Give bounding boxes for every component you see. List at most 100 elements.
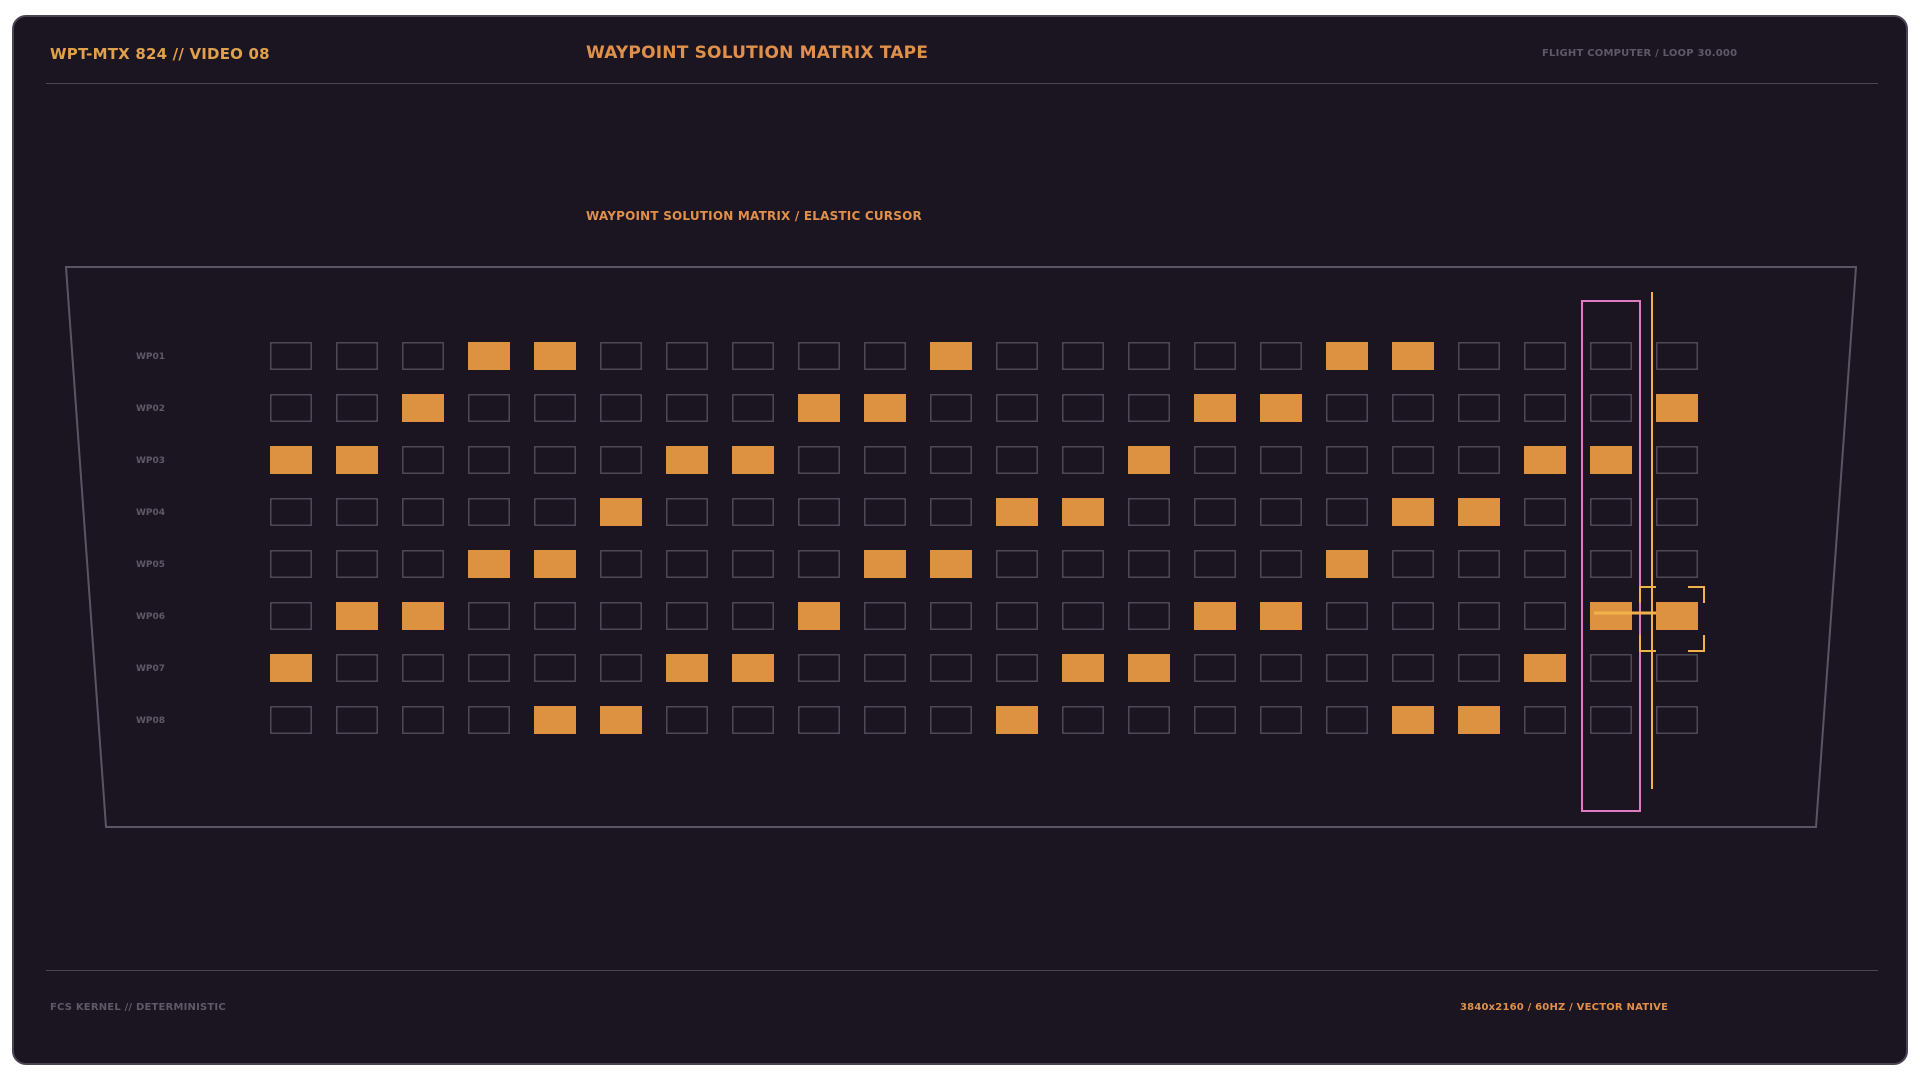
matrix-cell[interactable] <box>1458 654 1500 682</box>
matrix-cell-active[interactable] <box>534 550 576 578</box>
matrix-cell[interactable] <box>798 342 840 370</box>
matrix-cell[interactable] <box>1194 706 1236 734</box>
matrix-cell[interactable] <box>468 602 510 630</box>
matrix-cell[interactable] <box>1524 550 1566 578</box>
matrix-cell[interactable] <box>534 498 576 526</box>
matrix-cell[interactable] <box>732 706 774 734</box>
matrix-cell[interactable] <box>1590 654 1632 682</box>
matrix-cell[interactable] <box>270 498 312 526</box>
matrix-cell-active[interactable] <box>1392 498 1434 526</box>
matrix-cell[interactable] <box>1524 342 1566 370</box>
matrix-cell[interactable] <box>402 550 444 578</box>
matrix-cell[interactable] <box>336 550 378 578</box>
matrix-cell[interactable] <box>1326 394 1368 422</box>
matrix-cell[interactable] <box>798 654 840 682</box>
matrix-cell[interactable] <box>600 602 642 630</box>
matrix-cell-active[interactable] <box>996 498 1038 526</box>
matrix-cell[interactable] <box>996 394 1038 422</box>
matrix-cell[interactable] <box>1524 498 1566 526</box>
matrix-cell[interactable] <box>996 550 1038 578</box>
matrix-cell-active[interactable] <box>930 550 972 578</box>
matrix-cell[interactable] <box>1260 446 1302 474</box>
matrix-cell-active[interactable] <box>600 706 642 734</box>
matrix-cell[interactable] <box>1458 550 1500 578</box>
matrix-cell[interactable] <box>270 342 312 370</box>
matrix-cell[interactable] <box>270 550 312 578</box>
matrix-cell[interactable] <box>1458 394 1500 422</box>
matrix-cell[interactable] <box>600 446 642 474</box>
matrix-cell[interactable] <box>402 654 444 682</box>
matrix-cell[interactable] <box>666 602 708 630</box>
matrix-cell[interactable] <box>1260 550 1302 578</box>
matrix-cell[interactable] <box>996 446 1038 474</box>
matrix-cell[interactable] <box>1128 394 1170 422</box>
matrix-cell-active[interactable] <box>1260 394 1302 422</box>
matrix-cell[interactable] <box>1326 602 1368 630</box>
matrix-cell-active[interactable] <box>468 550 510 578</box>
matrix-cell[interactable] <box>1128 498 1170 526</box>
matrix-cell-active[interactable] <box>600 498 642 526</box>
matrix-cell-active[interactable] <box>1326 342 1368 370</box>
matrix-cell[interactable] <box>1392 394 1434 422</box>
matrix-cell[interactable] <box>468 498 510 526</box>
matrix-cell-active[interactable] <box>1260 602 1302 630</box>
matrix-cell[interactable] <box>732 550 774 578</box>
matrix-cell-active[interactable] <box>1194 394 1236 422</box>
matrix-cell[interactable] <box>1128 550 1170 578</box>
matrix-cell-active[interactable] <box>1458 498 1500 526</box>
matrix-cell-active[interactable] <box>1392 342 1434 370</box>
matrix-cell[interactable] <box>1194 550 1236 578</box>
matrix-cell-active[interactable] <box>1524 654 1566 682</box>
matrix-cell[interactable] <box>1194 498 1236 526</box>
matrix-cell[interactable] <box>1062 394 1104 422</box>
matrix-cell[interactable] <box>798 706 840 734</box>
matrix-cell[interactable] <box>600 550 642 578</box>
matrix-cell[interactable] <box>468 446 510 474</box>
matrix-cell[interactable] <box>1260 498 1302 526</box>
matrix-cell[interactable] <box>1326 706 1368 734</box>
matrix-cell-active[interactable] <box>864 550 906 578</box>
matrix-cell[interactable] <box>1194 446 1236 474</box>
matrix-cell[interactable] <box>336 654 378 682</box>
matrix-cell-active[interactable] <box>1062 654 1104 682</box>
matrix-cell-active[interactable] <box>1590 446 1632 474</box>
matrix-cell[interactable] <box>930 446 972 474</box>
matrix-cell[interactable] <box>1458 446 1500 474</box>
matrix-cell[interactable] <box>270 602 312 630</box>
matrix-cell[interactable] <box>1524 602 1566 630</box>
matrix-cell[interactable] <box>996 654 1038 682</box>
matrix-cell[interactable] <box>1062 706 1104 734</box>
matrix-cell[interactable] <box>798 498 840 526</box>
matrix-cell[interactable] <box>864 602 906 630</box>
matrix-cell-active[interactable] <box>1656 602 1698 630</box>
matrix-cell-active[interactable] <box>864 394 906 422</box>
matrix-cell[interactable] <box>1062 550 1104 578</box>
matrix-cell-active[interactable] <box>1128 446 1170 474</box>
matrix-cell[interactable] <box>732 498 774 526</box>
matrix-cell-active[interactable] <box>1392 706 1434 734</box>
matrix-cell[interactable] <box>864 498 906 526</box>
matrix-cell[interactable] <box>1128 342 1170 370</box>
matrix-cell[interactable] <box>1392 654 1434 682</box>
matrix-cell[interactable] <box>930 498 972 526</box>
matrix-cell[interactable] <box>732 602 774 630</box>
matrix-cell[interactable] <box>1326 446 1368 474</box>
matrix-cell[interactable] <box>732 342 774 370</box>
matrix-cell[interactable] <box>1260 654 1302 682</box>
matrix-cell-active[interactable] <box>402 602 444 630</box>
matrix-cell[interactable] <box>930 602 972 630</box>
matrix-cell[interactable] <box>1062 342 1104 370</box>
matrix-cell[interactable] <box>666 342 708 370</box>
matrix-cell[interactable] <box>930 706 972 734</box>
matrix-cell[interactable] <box>930 654 972 682</box>
matrix-cell[interactable] <box>1128 706 1170 734</box>
matrix-cell[interactable] <box>534 394 576 422</box>
matrix-cell[interactable] <box>666 706 708 734</box>
matrix-cell[interactable] <box>1260 342 1302 370</box>
matrix-cell[interactable] <box>402 446 444 474</box>
matrix-cell[interactable] <box>864 446 906 474</box>
matrix-cell[interactable] <box>1392 550 1434 578</box>
matrix-cell[interactable] <box>1392 602 1434 630</box>
matrix-cell[interactable] <box>996 342 1038 370</box>
matrix-cell-active[interactable] <box>1128 654 1170 682</box>
